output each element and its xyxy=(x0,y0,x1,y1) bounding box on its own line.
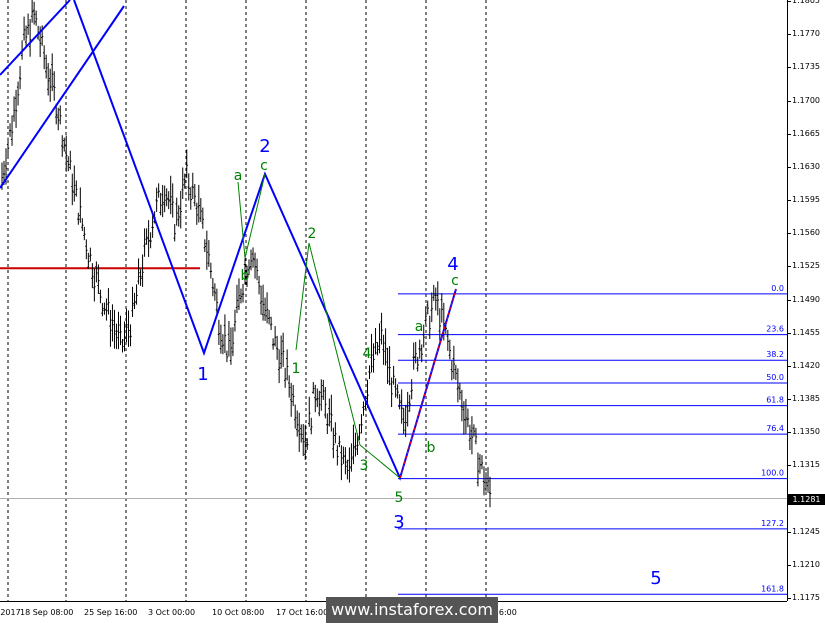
wave-label-major: 4 xyxy=(447,254,458,275)
time-tick-label: 18 Sep 08:00 xyxy=(20,608,74,617)
fib-level-label: 38.2 xyxy=(766,350,784,359)
wave-label-minor: b xyxy=(427,440,436,456)
price-axis: 1.1805 1.1770 1.1735 1.1700 1.1665 1.1630 1.15… xyxy=(787,0,825,602)
price-tick-label: 1.1245 xyxy=(787,526,820,536)
watermark-logo: www.instaforex.com xyxy=(326,597,498,623)
chart-svg: 0.0 23.6 38.2 50.0 61.8 76.4 100.0 127.2 161.8 1 2… xyxy=(0,0,787,601)
wave-label-minor: c xyxy=(451,273,459,289)
price-tick-label: 1.1665 xyxy=(787,128,820,138)
fib-level-label: 127.2 xyxy=(761,519,784,528)
price-tick-label: 1.1420 xyxy=(787,360,820,370)
chart-plot-area: 0.0 23.6 38.2 50.0 61.8 76.4 100.0 127.2 161.8 1 2… xyxy=(0,0,787,601)
time-tick-label: 11 Sep 2017 xyxy=(0,608,21,617)
channel-line-upper xyxy=(0,0,71,76)
wave-label-major: 5 xyxy=(650,568,661,589)
price-tick-label: 1.1455 xyxy=(787,327,820,337)
time-tick-label: 17 Oct 16:00 xyxy=(276,608,329,617)
price-tick-label: 1.1700 xyxy=(787,95,820,105)
price-tick-label: 1.1315 xyxy=(787,460,820,470)
fib-level-label: 23.6 xyxy=(766,325,784,334)
time-tick-label: 10 Oct 08:00 xyxy=(212,608,265,617)
wave-label-minor: 5 xyxy=(395,490,404,506)
fib-level-label: 50.0 xyxy=(766,373,784,382)
time-tick-label: 3 Oct 00:00 xyxy=(148,608,196,617)
price-tick-label: 1.1525 xyxy=(787,261,820,271)
current-price-marker: 1.1281 xyxy=(788,493,825,505)
wave-label-major: 2 xyxy=(259,136,270,157)
price-tick-label: 1.1350 xyxy=(787,427,820,437)
wave-label-minor: a xyxy=(415,319,424,335)
fib-level-label: 0.0 xyxy=(771,284,784,293)
price-tick-label: 1.1805 xyxy=(787,0,820,5)
price-tick-label: 1.1175 xyxy=(787,593,820,602)
fib-level-label: 161.8 xyxy=(761,584,784,593)
fib-level-label: 76.4 xyxy=(766,424,784,433)
wave-label-minor: 3 xyxy=(360,458,369,474)
wave-label-minor: a xyxy=(234,168,243,184)
price-tick-label: 1.1560 xyxy=(787,228,820,238)
price-tick-label: 1.1770 xyxy=(787,29,820,39)
wave-label-minor: 4 xyxy=(363,346,372,362)
wave-label-major: 3 xyxy=(393,512,404,533)
wave-label-minor: c xyxy=(260,158,268,174)
wave-label-minor: b xyxy=(241,268,250,284)
price-tick-label: 1.1630 xyxy=(787,161,820,171)
channel-line-lower xyxy=(0,5,125,189)
price-tick-label: 1.1210 xyxy=(787,559,820,569)
wave-label-minor: 1 xyxy=(292,361,301,377)
fib-level-label: 61.8 xyxy=(766,396,784,405)
price-tick-label: 1.1490 xyxy=(787,294,820,304)
wave-label-major: 1 xyxy=(197,364,208,385)
wave-label-minor: 2 xyxy=(308,226,317,242)
price-tick-label: 1.1595 xyxy=(787,195,820,204)
fib-level-label: 100.0 xyxy=(761,469,784,478)
price-tick-label: 1.1735 xyxy=(787,62,820,72)
time-tick-label: 25 Sep 16:00 xyxy=(84,608,138,617)
price-tick-label: 1.1385 xyxy=(787,394,820,403)
